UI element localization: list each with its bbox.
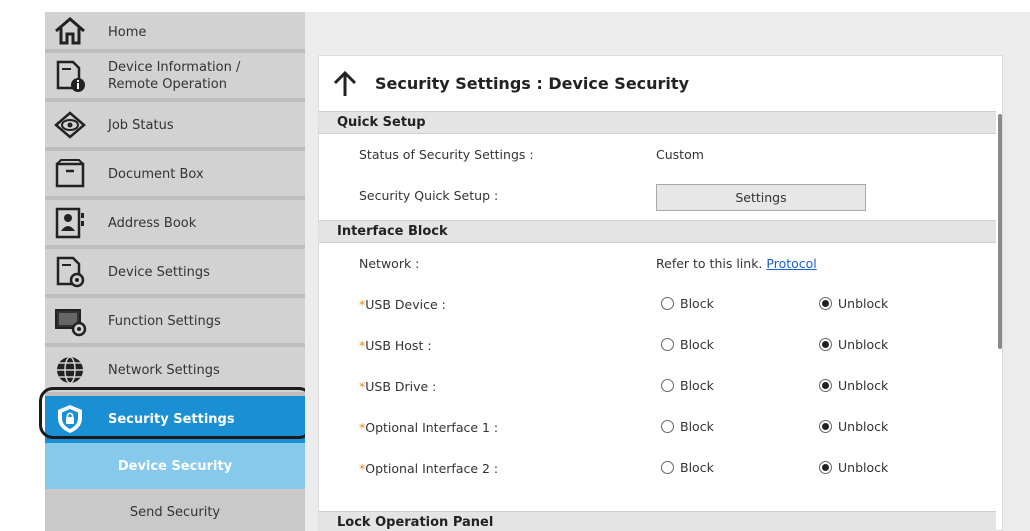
unblock-radio[interactable]: Unblock: [819, 337, 888, 352]
block-label: Block: [680, 419, 714, 434]
block-label: Block: [680, 460, 714, 475]
network-text: Refer to this link.: [656, 256, 763, 271]
row-label-text: USB Device :: [365, 297, 446, 312]
row-status-of-security: Status of Security Settings : Custom: [319, 135, 996, 176]
sidebar-item-label: Device Settings: [108, 265, 210, 280]
unblock-label: Unblock: [838, 337, 889, 352]
row-label: *USB Host :: [359, 338, 432, 353]
eye-icon: [54, 111, 86, 139]
block-radio[interactable]: Block: [661, 378, 714, 393]
row-label: Status of Security Settings :: [359, 147, 534, 162]
network-value: Refer to this link. Protocol: [656, 256, 817, 271]
sidebar-subitem-device-security[interactable]: Device Security: [45, 443, 305, 489]
block-label: Block: [680, 296, 714, 311]
row-optional-interface-2: *Optional Interface 2 : Block Unblock: [319, 449, 996, 490]
sidebar-item-label: Device Information / Remote Operation: [108, 60, 241, 92]
block-radio[interactable]: Block: [661, 337, 714, 352]
unblock-radio[interactable]: Unblock: [819, 378, 888, 393]
sidebar-item-function-settings[interactable]: Function Settings: [45, 298, 305, 345]
status-value: Custom: [656, 147, 704, 162]
settings-button[interactable]: Settings: [656, 184, 866, 211]
globe-icon: [57, 356, 83, 384]
radio-circle[interactable]: [819, 338, 832, 351]
row-label: *Optional Interface 2 :: [359, 461, 498, 476]
sidebar-item-label: Home: [108, 25, 147, 40]
device-settings-icon: [56, 256, 85, 288]
address-book-icon: [55, 207, 84, 239]
section-interface-block: Interface Block: [319, 220, 996, 243]
sidebar-subitem-label: Send Security: [129, 504, 221, 520]
radio-circle[interactable]: [661, 338, 674, 351]
page-title: Security Settings : Device Security: [375, 74, 689, 93]
unblock-radio[interactable]: Unblock: [819, 460, 888, 475]
radio-circle[interactable]: [819, 461, 832, 474]
row-label: Network :: [359, 256, 420, 271]
row-network: Network : Refer to this link. Protocol: [319, 244, 996, 285]
scrollbar[interactable]: [998, 114, 1002, 349]
sidebar-item-label: Function Settings: [108, 314, 221, 329]
protocol-link[interactable]: Protocol: [766, 256, 816, 271]
function-settings-icon: [55, 309, 87, 337]
section-lock-operation-panel: Lock Operation Panel: [319, 511, 996, 531]
radio-circle[interactable]: [661, 420, 674, 433]
radio-circle[interactable]: [819, 379, 832, 392]
section-quick-setup: Quick Setup: [319, 111, 996, 134]
sidebar: Home Device Information / Remote Operati…: [45, 12, 305, 531]
radio-circle[interactable]: [819, 297, 832, 310]
up-arrow-icon[interactable]: [333, 70, 357, 98]
radio-circle[interactable]: [661, 379, 674, 392]
radio-circle[interactable]: [661, 461, 674, 474]
device-info-icon: [56, 60, 85, 92]
row-label-text: Optional Interface 2 :: [365, 461, 499, 476]
unblock-label: Unblock: [838, 419, 889, 434]
block-radio[interactable]: Block: [661, 419, 714, 434]
row-label: *Optional Interface 1 :: [359, 420, 498, 435]
sidebar-subitem-label: Device Security: [117, 458, 233, 474]
title-row: Security Settings : Device Security: [319, 56, 1002, 111]
sidebar-item-address-book[interactable]: Address Book: [45, 200, 305, 247]
row-label-text: USB Host :: [365, 338, 432, 353]
row-label-text: Optional Interface 1 :: [365, 420, 499, 435]
unblock-radio[interactable]: Unblock: [819, 296, 888, 311]
radio-circle[interactable]: [661, 297, 674, 310]
sidebar-item-label: Network Settings: [108, 363, 220, 378]
sidebar-item-document-box[interactable]: Document Box: [45, 151, 305, 198]
sidebar-item-label: Address Book: [108, 216, 197, 231]
block-radio[interactable]: Block: [661, 460, 714, 475]
sidebar-item-job-status[interactable]: Job Status: [45, 102, 305, 149]
row-usb-device: *USB Device : Block Unblock: [319, 285, 996, 326]
block-label: Block: [680, 337, 714, 352]
highlight-ring: [39, 387, 313, 439]
row-label: Security Quick Setup :: [359, 188, 499, 203]
block-label: Block: [680, 378, 714, 393]
row-label: *USB Drive :: [359, 379, 436, 394]
sidebar-item-label: Job Status: [108, 118, 174, 133]
block-radio[interactable]: Block: [661, 296, 714, 311]
settings-panel: Security Settings : Device Security Quic…: [318, 55, 1003, 531]
sidebar-item-device-settings[interactable]: Device Settings: [45, 249, 305, 296]
unblock-label: Unblock: [838, 378, 889, 393]
row-usb-host: *USB Host : Block Unblock: [319, 326, 996, 367]
unblock-radio[interactable]: Unblock: [819, 419, 888, 434]
unblock-label: Unblock: [838, 460, 889, 475]
document-box-icon: [55, 159, 85, 188]
row-optional-interface-1: *Optional Interface 1 : Block Unblock: [319, 408, 996, 449]
sidebar-item-home[interactable]: Home: [45, 12, 305, 51]
row-label: *USB Device :: [359, 297, 446, 312]
sidebar-item-label: Document Box: [108, 167, 204, 182]
sidebar-subitem-send-security[interactable]: Send Security: [45, 489, 305, 531]
home-icon: [55, 17, 85, 45]
row-security-quick-setup: Security Quick Setup : Settings: [319, 176, 996, 217]
radio-circle[interactable]: [819, 420, 832, 433]
unblock-label: Unblock: [838, 296, 889, 311]
row-label-text: USB Drive :: [365, 379, 437, 394]
sidebar-item-device-information[interactable]: Device Information / Remote Operation: [45, 53, 305, 100]
row-usb-drive: *USB Drive : Block Unblock: [319, 367, 996, 408]
